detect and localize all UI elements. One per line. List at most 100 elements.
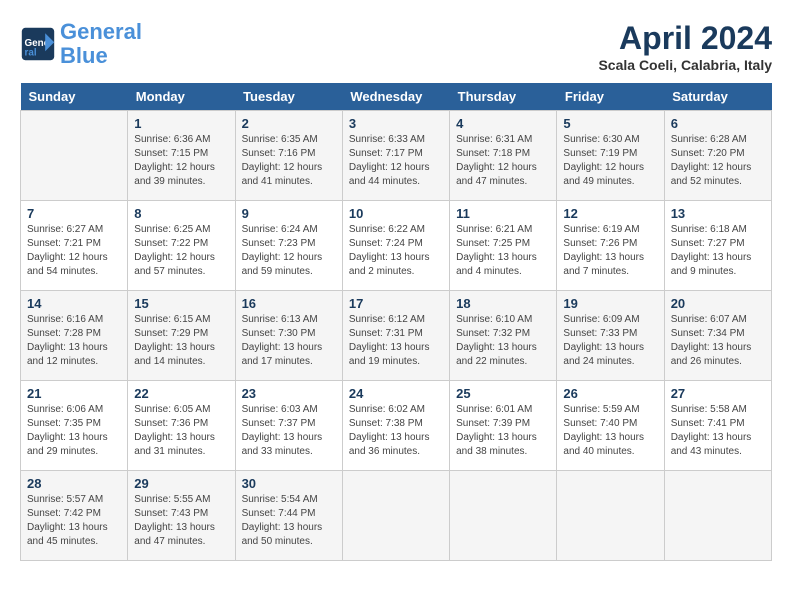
day-number: 6 xyxy=(671,116,765,131)
week-row-4: 21 Sunrise: 6:06 AM Sunset: 7:35 PM Dayli… xyxy=(21,381,772,471)
cell-info: Sunrise: 6:27 AM Sunset: 7:21 PM Dayligh… xyxy=(27,223,121,279)
cell-info: Sunrise: 6:07 AM Sunset: 7:34 PM Dayligh… xyxy=(671,313,765,369)
cell-info: Sunrise: 6:25 AM Sunset: 7:22 PM Dayligh… xyxy=(134,223,228,279)
day-number: 24 xyxy=(349,386,443,401)
location: Scala Coeli, Calabria, Italy xyxy=(598,57,772,73)
cell-info: Sunrise: 6:21 AM Sunset: 7:25 PM Dayligh… xyxy=(456,223,550,279)
calendar-cell: 21 Sunrise: 6:06 AM Sunset: 7:35 PM Dayli… xyxy=(21,381,128,471)
day-number: 10 xyxy=(349,206,443,221)
col-header-monday: Monday xyxy=(128,83,235,111)
calendar-cell: 25Sunrise: 6:01 AM Sunset: 7:39 PM Dayli… xyxy=(450,381,557,471)
day-number: 21 xyxy=(27,386,121,401)
calendar-cell: 17 Sunrise: 6:12 AM Sunset: 7:31 PM Dayli… xyxy=(342,291,449,381)
week-row-2: 7 Sunrise: 6:27 AM Sunset: 7:21 PM Daylig… xyxy=(21,201,772,291)
calendar-cell: 1 Sunrise: 6:36 AM Sunset: 7:15 PM Daylig… xyxy=(128,111,235,201)
col-header-saturday: Saturday xyxy=(664,83,771,111)
day-number: 29 xyxy=(134,476,228,491)
calendar-cell: 30 Sunrise: 5:54 AM Sunset: 7:44 PM Dayli… xyxy=(235,471,342,561)
day-number: 2 xyxy=(242,116,336,131)
day-number: 27 xyxy=(671,386,765,401)
calendar-cell: 5 Sunrise: 6:30 AM Sunset: 7:19 PM Daylig… xyxy=(557,111,664,201)
calendar-table: SundayMondayTuesdayWednesdayThursdayFrid… xyxy=(20,83,772,561)
calendar-cell: 18Sunrise: 6:10 AM Sunset: 7:32 PM Dayli… xyxy=(450,291,557,381)
day-number: 15 xyxy=(134,296,228,311)
calendar-cell: 13 Sunrise: 6:18 AM Sunset: 7:27 PM Dayli… xyxy=(664,201,771,291)
calendar-cell: 7 Sunrise: 6:27 AM Sunset: 7:21 PM Daylig… xyxy=(21,201,128,291)
cell-info: Sunrise: 6:19 AM Sunset: 7:26 PM Dayligh… xyxy=(563,223,657,279)
month-title: April 2024 xyxy=(598,20,772,57)
svg-text:ral: ral xyxy=(25,48,37,59)
col-header-friday: Friday xyxy=(557,83,664,111)
calendar-cell: 23Sunrise: 6:03 AM Sunset: 7:37 PM Dayli… xyxy=(235,381,342,471)
cell-info: Sunrise: 6:02 AM Sunset: 7:38 PM Dayligh… xyxy=(349,403,443,459)
day-number: 26 xyxy=(563,386,657,401)
cell-info: Sunrise: 6:05 AM Sunset: 7:36 PM Dayligh… xyxy=(134,403,228,459)
cell-info: Sunrise: 6:24 AM Sunset: 7:23 PM Dayligh… xyxy=(242,223,336,279)
day-number: 7 xyxy=(27,206,121,221)
cell-info: Sunrise: 6:18 AM Sunset: 7:27 PM Dayligh… xyxy=(671,223,765,279)
cell-info: Sunrise: 6:30 AM Sunset: 7:19 PM Dayligh… xyxy=(563,133,657,189)
calendar-cell: 24 Sunrise: 6:02 AM Sunset: 7:38 PM Dayli… xyxy=(342,381,449,471)
calendar-cell: 9 Sunrise: 6:24 AM Sunset: 7:23 PM Daylig… xyxy=(235,201,342,291)
day-number: 5 xyxy=(563,116,657,131)
calendar-cell: 22Sunrise: 6:05 AM Sunset: 7:36 PM Dayli… xyxy=(128,381,235,471)
cell-info: Sunrise: 6:16 AM Sunset: 7:28 PM Dayligh… xyxy=(27,313,121,369)
cell-info: Sunrise: 6:03 AM Sunset: 7:37 PM Dayligh… xyxy=(242,403,336,459)
day-number: 13 xyxy=(671,206,765,221)
day-number: 18 xyxy=(456,296,550,311)
calendar-cell: 15Sunrise: 6:15 AM Sunset: 7:29 PM Dayli… xyxy=(128,291,235,381)
calendar-cell: 16 Sunrise: 6:13 AM Sunset: 7:30 PM Dayli… xyxy=(235,291,342,381)
day-number: 16 xyxy=(242,296,336,311)
week-row-3: 14 Sunrise: 6:16 AM Sunset: 7:28 PM Dayli… xyxy=(21,291,772,381)
cell-info: Sunrise: 6:31 AM Sunset: 7:18 PM Dayligh… xyxy=(456,133,550,189)
cell-info: Sunrise: 6:22 AM Sunset: 7:24 PM Dayligh… xyxy=(349,223,443,279)
col-header-thursday: Thursday xyxy=(450,83,557,111)
calendar-cell: 28Sunrise: 5:57 AM Sunset: 7:42 PM Dayli… xyxy=(21,471,128,561)
calendar-cell xyxy=(557,471,664,561)
day-number: 11 xyxy=(456,206,550,221)
cell-info: Sunrise: 6:09 AM Sunset: 7:33 PM Dayligh… xyxy=(563,313,657,369)
calendar-cell: 6 Sunrise: 6:28 AM Sunset: 7:20 PM Daylig… xyxy=(664,111,771,201)
day-number: 1 xyxy=(134,116,228,131)
cell-info: Sunrise: 6:06 AM Sunset: 7:35 PM Dayligh… xyxy=(27,403,121,459)
day-number: 20 xyxy=(671,296,765,311)
logo-text: General Blue xyxy=(60,20,142,68)
col-header-wednesday: Wednesday xyxy=(342,83,449,111)
cell-info: Sunrise: 6:12 AM Sunset: 7:31 PM Dayligh… xyxy=(349,313,443,369)
calendar-cell: 29 Sunrise: 5:55 AM Sunset: 7:43 PM Dayli… xyxy=(128,471,235,561)
cell-info: Sunrise: 5:59 AM Sunset: 7:40 PM Dayligh… xyxy=(563,403,657,459)
day-number: 14 xyxy=(27,296,121,311)
day-number: 4 xyxy=(456,116,550,131)
calendar-cell: 3Sunrise: 6:33 AM Sunset: 7:17 PM Daylig… xyxy=(342,111,449,201)
calendar-cell xyxy=(21,111,128,201)
page-header: Gene ral General Blue April 2024 Scala C… xyxy=(20,20,772,73)
calendar-cell: 8 Sunrise: 6:25 AM Sunset: 7:22 PM Daylig… xyxy=(128,201,235,291)
cell-info: Sunrise: 6:33 AM Sunset: 7:17 PM Dayligh… xyxy=(349,133,443,189)
calendar-cell: 12 Sunrise: 6:19 AM Sunset: 7:26 PM Dayli… xyxy=(557,201,664,291)
day-number: 12 xyxy=(563,206,657,221)
day-number: 9 xyxy=(242,206,336,221)
calendar-cell: 10 Sunrise: 6:22 AM Sunset: 7:24 PM Dayli… xyxy=(342,201,449,291)
day-number: 19 xyxy=(563,296,657,311)
calendar-cell xyxy=(664,471,771,561)
cell-info: Sunrise: 6:28 AM Sunset: 7:20 PM Dayligh… xyxy=(671,133,765,189)
calendar-cell: 20 Sunrise: 6:07 AM Sunset: 7:34 PM Dayli… xyxy=(664,291,771,381)
day-number: 17 xyxy=(349,296,443,311)
cell-info: Sunrise: 5:55 AM Sunset: 7:43 PM Dayligh… xyxy=(134,493,228,549)
cell-info: Sunrise: 6:36 AM Sunset: 7:15 PM Dayligh… xyxy=(134,133,228,189)
calendar-cell: 27 Sunrise: 5:58 AM Sunset: 7:41 PM Dayli… xyxy=(664,381,771,471)
calendar-cell xyxy=(342,471,449,561)
col-header-sunday: Sunday xyxy=(21,83,128,111)
day-number: 28 xyxy=(27,476,121,491)
day-number: 30 xyxy=(242,476,336,491)
day-number: 8 xyxy=(134,206,228,221)
col-header-tuesday: Tuesday xyxy=(235,83,342,111)
cell-info: Sunrise: 5:58 AM Sunset: 7:41 PM Dayligh… xyxy=(671,403,765,459)
calendar-cell: 11 Sunrise: 6:21 AM Sunset: 7:25 PM Dayli… xyxy=(450,201,557,291)
cell-info: Sunrise: 5:54 AM Sunset: 7:44 PM Dayligh… xyxy=(242,493,336,549)
logo-icon: Gene ral xyxy=(20,26,56,62)
logo: Gene ral General Blue xyxy=(20,20,142,68)
cell-info: Sunrise: 6:13 AM Sunset: 7:30 PM Dayligh… xyxy=(242,313,336,369)
calendar-cell: 14 Sunrise: 6:16 AM Sunset: 7:28 PM Dayli… xyxy=(21,291,128,381)
cell-info: Sunrise: 6:01 AM Sunset: 7:39 PM Dayligh… xyxy=(456,403,550,459)
